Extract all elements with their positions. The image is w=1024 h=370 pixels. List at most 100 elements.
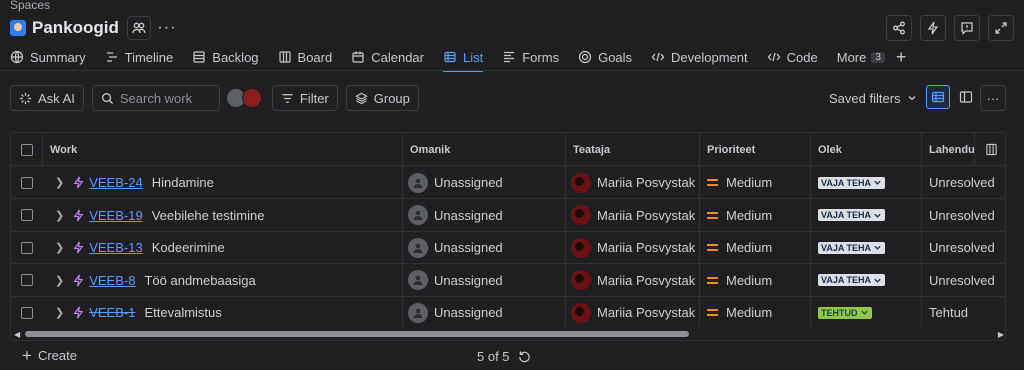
table-row[interactable]: ❯ VEEB-8 Töö andmebaasiga Unassigned Mar… bbox=[11, 263, 1005, 297]
priority-cell[interactable]: Medium bbox=[700, 296, 811, 329]
status-cell[interactable]: VAJA TEHA bbox=[811, 166, 922, 199]
scroll-right-icon[interactable]: ▶ bbox=[998, 330, 1004, 339]
owner-cell[interactable]: Unassigned bbox=[403, 263, 566, 297]
tab-list[interactable]: List bbox=[443, 44, 484, 72]
column-header-priority[interactable]: Prioriteet bbox=[700, 133, 811, 166]
expand-chevron-icon[interactable]: ❯ bbox=[55, 209, 64, 222]
table-row[interactable]: ❯ VEEB-24 Hindamine Unassigned Mariia Po… bbox=[11, 166, 1005, 199]
refresh-icon[interactable] bbox=[518, 350, 531, 363]
priority-cell[interactable]: Medium bbox=[700, 263, 811, 297]
column-header-reporter[interactable]: Teataja bbox=[566, 133, 700, 166]
search-input[interactable]: Search work bbox=[91, 85, 220, 111]
row-checkbox[interactable] bbox=[21, 241, 33, 254]
expand-chevron-icon[interactable]: ❯ bbox=[55, 274, 64, 287]
issue-key-link[interactable]: VEEB-19 bbox=[89, 208, 142, 223]
issue-summary[interactable]: Hindamine bbox=[152, 175, 214, 190]
owner-cell[interactable]: Unassigned bbox=[403, 198, 566, 232]
row-checkbox[interactable] bbox=[21, 306, 33, 319]
issue-key-link[interactable]: VEEB-24 bbox=[89, 175, 142, 190]
tab-code[interactable]: Code bbox=[767, 44, 818, 70]
saved-filters-dropdown[interactable]: Saved filters bbox=[829, 85, 917, 111]
issue-summary[interactable]: Ettevalmistus bbox=[144, 305, 221, 320]
owner-cell[interactable]: Unassigned bbox=[403, 231, 566, 264]
column-header-owner[interactable]: Omanik bbox=[403, 133, 566, 166]
tab-backlog[interactable]: Backlog bbox=[192, 44, 259, 70]
expand-chevron-icon[interactable]: ❯ bbox=[55, 176, 64, 189]
owner-cell[interactable]: Unassigned bbox=[403, 296, 566, 329]
tab-forms[interactable]: Forms bbox=[502, 44, 559, 70]
tab-label: Development bbox=[671, 49, 748, 65]
issue-key-link[interactable]: VEEB-8 bbox=[89, 273, 135, 288]
resolution-cell[interactable]: Unresolved bbox=[922, 199, 1005, 232]
status-cell[interactable]: TEHTUD bbox=[811, 296, 922, 329]
row-checkbox[interactable] bbox=[21, 274, 33, 286]
priority-cell[interactable]: Medium bbox=[700, 198, 811, 232]
table-row[interactable]: ❯ VEEB-13 Kodeerimine Unassigned Mariia … bbox=[11, 231, 1005, 264]
tab-calendar[interactable]: Calendar bbox=[351, 44, 424, 70]
row-checkbox[interactable] bbox=[21, 176, 33, 189]
status-cell[interactable]: VAJA TEHA bbox=[811, 263, 922, 297]
project-header: Pankoogid ··· bbox=[10, 16, 179, 40]
tab-summary[interactable]: Summary bbox=[10, 44, 86, 70]
column-settings-button[interactable] bbox=[974, 133, 1005, 166]
status-badge[interactable]: VAJA TEHA bbox=[818, 274, 886, 286]
scroll-left-icon[interactable]: ◀ bbox=[14, 330, 20, 339]
breadcrumb[interactable]: Spaces bbox=[10, 0, 50, 12]
select-all-checkbox[interactable] bbox=[21, 143, 33, 156]
tab-board[interactable]: Board bbox=[278, 44, 332, 70]
reporter-cell[interactable]: Mariia Posvystak bbox=[566, 231, 700, 264]
table-row[interactable]: ❯ VEEB-1 Ettevalmistus Unassigned Mariia… bbox=[11, 296, 1005, 329]
scrollbar-thumb[interactable] bbox=[25, 331, 689, 337]
expand-chevron-icon[interactable]: ❯ bbox=[55, 241, 64, 254]
share-button[interactable] bbox=[886, 15, 912, 41]
reporter-cell[interactable]: Mariia Posvystak bbox=[566, 263, 700, 297]
status-badge[interactable]: VAJA TEHA bbox=[818, 241, 886, 254]
create-button[interactable]: + Create bbox=[22, 347, 77, 364]
feedback-button[interactable] bbox=[954, 15, 980, 41]
plus-icon: + bbox=[895, 46, 907, 67]
column-header-status[interactable]: Olek bbox=[811, 133, 922, 166]
group-button[interactable]: Group bbox=[345, 85, 419, 111]
status-badge[interactable]: TEHTUD bbox=[818, 306, 872, 319]
reporter-cell[interactable]: Mariia Posvystak bbox=[566, 166, 700, 199]
owner-cell[interactable]: Unassigned bbox=[403, 166, 566, 199]
issue-key-link[interactable]: VEEB-1 bbox=[89, 305, 135, 320]
status-cell[interactable]: VAJA TEHA bbox=[811, 231, 922, 264]
tab-timeline[interactable]: Timeline bbox=[105, 44, 173, 70]
people-button[interactable] bbox=[126, 16, 151, 40]
more-options-button[interactable]: ··· bbox=[980, 85, 1006, 111]
tab-more[interactable]: More 3 bbox=[837, 44, 885, 70]
table-row[interactable]: ❯ VEEB-19 Veebilehe testimine Unassigned… bbox=[11, 198, 1005, 232]
issue-summary[interactable]: Veebilehe testimine bbox=[152, 208, 265, 223]
resolution-cell[interactable]: Unresolved bbox=[922, 166, 1005, 199]
column-header-work[interactable]: Work bbox=[43, 133, 403, 166]
more-actions-button[interactable]: ··· bbox=[155, 16, 179, 40]
priority-cell[interactable]: Medium bbox=[700, 166, 811, 199]
tab-development[interactable]: Development bbox=[651, 44, 748, 70]
status-badge[interactable]: VAJA TEHA bbox=[818, 176, 886, 189]
reporter-cell[interactable]: Mariia Posvystak bbox=[566, 198, 700, 232]
list-view-button[interactable] bbox=[926, 85, 950, 109]
resolution-cell[interactable]: Tehtud bbox=[922, 296, 1005, 329]
horizontal-scrollbar[interactable]: ◀ ▶ bbox=[11, 327, 1005, 340]
status-cell[interactable]: VAJA TEHA bbox=[811, 198, 922, 232]
automation-button[interactable] bbox=[920, 15, 946, 41]
filter-button[interactable]: Filter bbox=[271, 85, 338, 111]
detail-view-button[interactable] bbox=[954, 85, 978, 109]
resolution-cell[interactable]: Unresolved bbox=[922, 231, 1005, 264]
resolution-cell[interactable]: Unresolved bbox=[922, 264, 1005, 297]
add-tab-button[interactable]: + bbox=[896, 44, 907, 70]
fullscreen-button[interactable] bbox=[988, 15, 1014, 41]
issue-key-link[interactable]: VEEB-13 bbox=[89, 240, 142, 255]
column-header-resolution[interactable]: Lahendus bbox=[922, 133, 974, 166]
status-badge[interactable]: VAJA TEHA bbox=[818, 209, 886, 221]
row-checkbox[interactable] bbox=[21, 209, 33, 221]
tab-goals[interactable]: Goals bbox=[578, 44, 632, 70]
expand-chevron-icon[interactable]: ❯ bbox=[55, 306, 64, 319]
issue-summary[interactable]: Kodeerimine bbox=[152, 240, 225, 255]
priority-cell[interactable]: Medium bbox=[700, 231, 811, 264]
ask-ai-button[interactable]: Ask AI bbox=[10, 85, 84, 111]
reporter-cell[interactable]: Mariia Posvystak bbox=[566, 296, 700, 329]
issue-summary[interactable]: Töö andmebaasiga bbox=[144, 273, 255, 288]
avatar[interactable] bbox=[241, 88, 262, 108]
